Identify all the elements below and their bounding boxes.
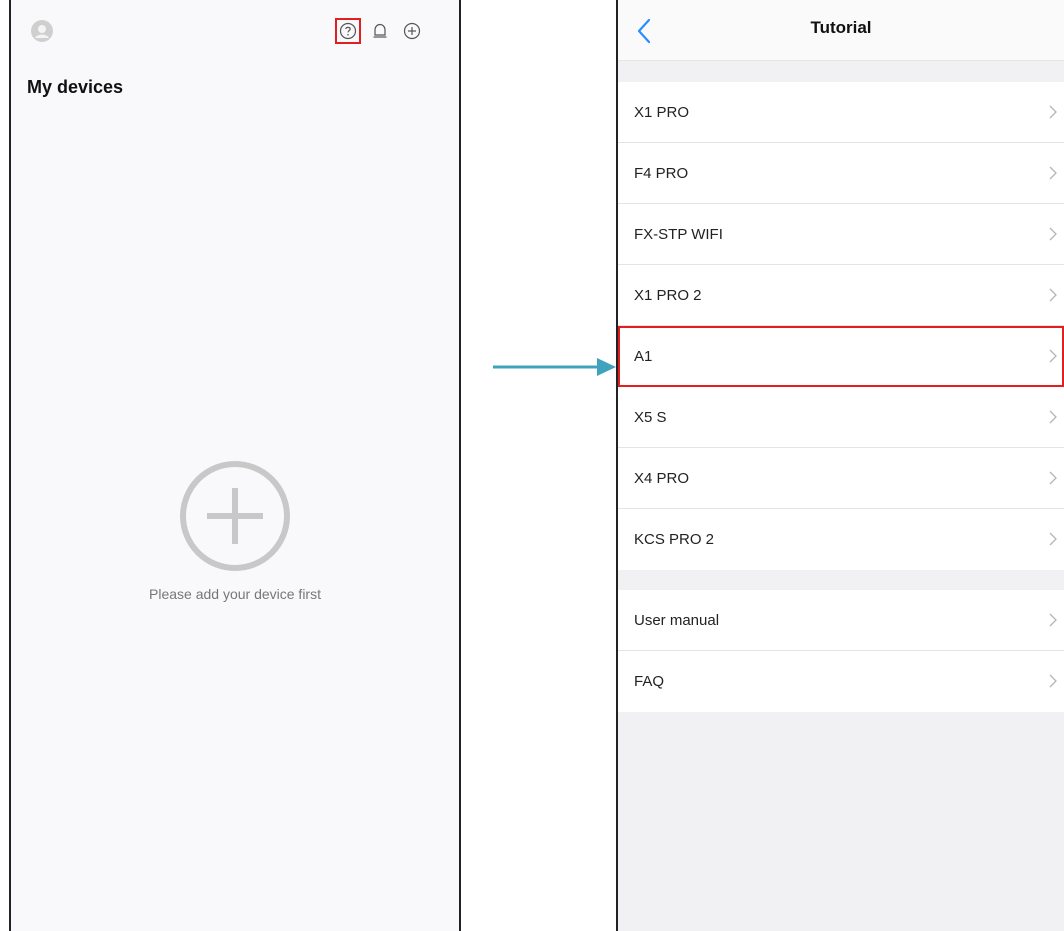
arrow-right-icon xyxy=(493,358,616,376)
list-item-x5-s[interactable]: X5 S xyxy=(618,387,1064,448)
list-item-label: X4 PRO xyxy=(634,469,690,487)
list-item-label: User manual xyxy=(634,611,720,629)
empty-state: Please add your device first xyxy=(11,460,459,602)
list-item-label: A1 xyxy=(634,347,653,365)
docs-list: User manual FAQ xyxy=(618,590,1064,712)
list-item-x1-pro[interactable]: X1 PRO xyxy=(618,82,1064,143)
help-button[interactable] xyxy=(335,18,361,44)
empty-message: Please add your device first xyxy=(149,586,321,602)
tutorial-screen: Tutorial X1 PRO F4 PRO FX-STP WIFI X1 PR… xyxy=(616,0,1064,931)
page-title: My devices xyxy=(27,77,124,97)
list-item-fx-stp-wifi[interactable]: FX-STP WIFI xyxy=(618,204,1064,265)
chevron-right-icon xyxy=(1049,105,1057,119)
list-item-x4-pro[interactable]: X4 PRO xyxy=(618,448,1064,509)
alarm-button[interactable] xyxy=(367,18,393,44)
chevron-right-icon xyxy=(1049,471,1057,485)
chevron-right-icon xyxy=(1049,349,1057,363)
nav-title: Tutorial xyxy=(810,18,872,37)
question-circle-icon xyxy=(339,22,357,40)
top-bar xyxy=(11,0,459,64)
list-item-kcs-pro-2[interactable]: KCS PRO 2 xyxy=(618,509,1064,570)
plus-circle-icon xyxy=(403,22,421,40)
device-tutorial-list: X1 PRO F4 PRO FX-STP WIFI X1 PRO 2 A1 X5… xyxy=(618,82,1064,570)
chevron-right-icon xyxy=(1049,410,1057,424)
list-item-label: FX-STP WIFI xyxy=(634,225,723,243)
list-item-label: FAQ xyxy=(634,673,665,690)
chevron-right-icon xyxy=(1049,166,1057,180)
my-devices-screen: My devices Please add your device first xyxy=(9,0,461,931)
bell-icon xyxy=(373,23,387,38)
user-avatar-icon[interactable] xyxy=(31,20,53,42)
list-item-label: F4 PRO xyxy=(634,164,689,182)
list-item-faq[interactable]: FAQ xyxy=(618,651,1064,712)
list-item-label: X5 S xyxy=(634,408,667,426)
chevron-right-icon xyxy=(1049,674,1057,688)
add-device-large-icon[interactable] xyxy=(179,460,291,572)
nav-bar: Tutorial xyxy=(618,0,1064,61)
add-device-button[interactable] xyxy=(399,18,425,44)
chevron-right-icon xyxy=(1049,613,1057,627)
list-item-user-manual[interactable]: User manual xyxy=(618,590,1064,651)
list-item-label: KCS PRO 2 xyxy=(634,531,715,548)
chevron-right-icon xyxy=(1049,532,1057,546)
list-item-a1[interactable]: A1 xyxy=(618,326,1064,387)
list-item-label: X1 PRO xyxy=(634,103,690,121)
chevron-right-icon xyxy=(1049,227,1057,241)
chevron-right-icon xyxy=(1049,288,1057,302)
list-item-label: X1 PRO 2 xyxy=(634,286,702,304)
list-item-x1-pro-2[interactable]: X1 PRO 2 xyxy=(618,265,1064,326)
list-item-f4-pro[interactable]: F4 PRO xyxy=(618,143,1064,204)
